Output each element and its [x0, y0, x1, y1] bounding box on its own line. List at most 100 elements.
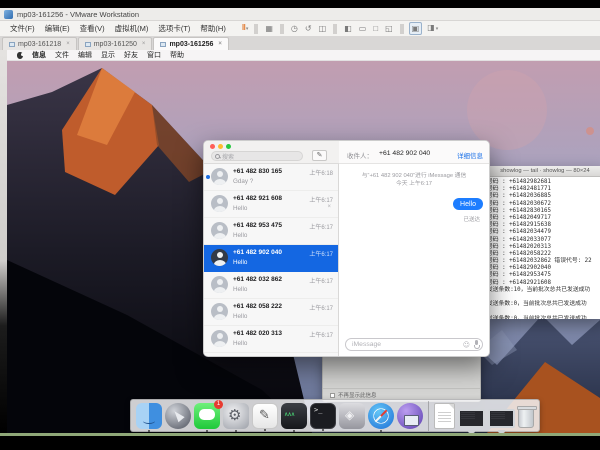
video-progress-bar[interactable]	[0, 433, 600, 436]
unity-icon[interactable]: ◱	[383, 23, 395, 34]
vm-tab[interactable]: mp03-161218 ×	[2, 37, 77, 50]
vmware-menu-item[interactable]: 查看(V)	[76, 22, 109, 35]
macos-menu-item[interactable]: 显示	[101, 50, 115, 60]
toolbar-separator[interactable]	[280, 24, 284, 34]
safari-icon[interactable]	[368, 403, 394, 429]
vmware-menu-item[interactable]: 编辑(E)	[41, 22, 74, 35]
dialog-checkbox[interactable]	[330, 393, 335, 398]
conversation-preview: Hello	[233, 340, 247, 347]
minimize-window-button[interactable]	[218, 144, 223, 149]
terminal-icon[interactable]	[310, 403, 336, 429]
dock-divider[interactable]	[428, 401, 429, 431]
pause-button-icon[interactable]: ‖▾	[240, 22, 250, 35]
ctrl-alt-del-icon[interactable]: ▦	[263, 23, 275, 34]
apple-menu-icon[interactable]	[17, 52, 23, 59]
conversation-number: +61 482 921 608	[233, 195, 282, 202]
compose-button[interactable]: ✎	[312, 150, 327, 161]
conversation-list-item[interactable]: +61 482 032 465 上午6:17	[204, 353, 338, 356]
trash-icon[interactable]	[518, 407, 534, 428]
terminal-line: 号码 : +61482030672	[487, 201, 600, 208]
close-icon[interactable]: ×	[327, 204, 331, 210]
terminal-line: 发送条数:0，当前批次总共已发送成功	[487, 316, 600, 319]
automator-icon[interactable]	[339, 403, 365, 429]
conversation-list-item[interactable]: +61 482 953 475 Hello 上午6:17	[204, 218, 338, 245]
message-bubble-sent: Hello	[453, 198, 483, 210]
vmware-logo-icon	[4, 10, 13, 19]
launchpad-icon[interactable]	[165, 403, 191, 429]
textedit-icon[interactable]	[252, 403, 278, 429]
conversation-time: 上午6:17	[309, 222, 333, 231]
microphone-icon[interactable]	[474, 340, 478, 349]
minimized-window-icon[interactable]	[488, 409, 515, 428]
vmware-tabbar: mp03-161218 × mp03-161250 × mp03-161256 …	[0, 36, 600, 50]
conversation-time: 上午6:17	[309, 195, 333, 204]
avatar	[211, 276, 228, 293]
dialog-checkbox-label: 不再显示此信息	[338, 391, 377, 399]
search-icon	[215, 154, 220, 159]
to-label: 收件人：	[347, 150, 373, 160]
take-snapshot-icon[interactable]: ◷	[289, 23, 300, 34]
activity-monitor-icon[interactable]	[281, 403, 307, 429]
terminal-line: 发送条数:10，当前批次总共已发送成功	[487, 287, 600, 294]
vmware-menu-item[interactable]: 帮助(H)	[196, 22, 229, 35]
conversation-number: +61 482 830 165	[233, 168, 282, 175]
toolbar-separator[interactable]	[333, 24, 337, 34]
vm-tab-icon	[160, 42, 166, 47]
macos-menu-item[interactable]: 窗口	[147, 50, 161, 60]
minimized-window-icon[interactable]	[458, 409, 485, 428]
conversation-list-item[interactable]: +61 482 830 165 Gday ? 上午6:18	[204, 164, 338, 191]
conversation-list-item[interactable]: +61 482 058 222 Hello 上午6:17	[204, 299, 338, 326]
zoom-window-button[interactable]	[226, 144, 231, 149]
terminal-line: 号码 : +61482953475	[487, 272, 600, 279]
background-dialog: 不再显示此信息	[322, 356, 481, 402]
avatar	[211, 249, 228, 266]
screen-sharing-icon[interactable]	[397, 403, 423, 429]
macos-menu-item[interactable]: 编辑	[78, 50, 92, 60]
search-input[interactable]: 搜索	[211, 151, 303, 161]
vm-tab[interactable]: mp03-161250 ×	[78, 37, 153, 50]
document-icon[interactable]	[434, 403, 455, 429]
terminal-window[interactable]: showlog — tail · showlog — 80×24 号码 : +6…	[484, 166, 600, 319]
macos-menu-item[interactable]: 信息	[32, 50, 46, 60]
system-preferences-icon[interactable]	[223, 403, 249, 429]
conversation-list-item[interactable]: +61 482 032 862 Hello 上午6:17	[204, 272, 338, 299]
display-settings-icon[interactable]: ◨▾	[425, 22, 440, 35]
thumbnail-bar-icon[interactable]: ▭	[357, 23, 369, 34]
vm-tab[interactable]: mp03-161256 ×	[153, 37, 229, 50]
conversation-header: 收件人： +61 482 902 040 详细信息	[339, 141, 489, 164]
console-view-icon[interactable]: ▣	[409, 22, 423, 35]
show-library-icon[interactable]: ◧	[342, 23, 354, 34]
fullscreen-icon[interactable]: □	[371, 23, 380, 34]
messages-titlebar[interactable]: 搜索 ✎	[204, 141, 339, 164]
emoji-picker-icon[interactable]: ☺	[463, 341, 470, 349]
toolbar-separator[interactable]	[400, 24, 404, 34]
conversation-list-item[interactable]: +61 482 921 608 Hello 上午6:17 ×	[204, 191, 338, 218]
tab-close-icon[interactable]: ×	[218, 41, 222, 47]
video-frame: mp03-161256 - VMware Workstation 文件(F)编辑…	[0, 0, 600, 450]
tab-close-icon[interactable]: ×	[66, 41, 70, 47]
vmware-menu-item[interactable]: 文件(F)	[6, 22, 39, 35]
toolbar-separator[interactable]	[254, 24, 258, 34]
vmware-menu-item[interactable]: 虚拟机(M)	[111, 22, 153, 35]
conversation-time: 上午6:17	[309, 303, 333, 312]
vmware-menu-item[interactable]: 选项卡(T)	[154, 22, 194, 35]
vm-tab-label: mp03-161256	[169, 41, 213, 48]
revert-snapshot-icon[interactable]: ↺	[303, 23, 314, 34]
vm-guest-screen: 信息文件编辑显示好友窗口帮助 不再显示此信息 showlog — tail · …	[7, 50, 600, 433]
details-link[interactable]: 详细信息	[457, 150, 483, 160]
message-input[interactable]: iMessage ☺	[345, 338, 483, 351]
messages-window: 搜索 ✎ 收件人： +61 482 902 040 详细信息 +61 482 8…	[203, 140, 490, 357]
tab-close-icon[interactable]: ×	[142, 41, 146, 47]
macos-menu-item[interactable]: 文件	[55, 50, 69, 60]
vm-tab-icon	[85, 42, 91, 47]
messages-icon[interactable]: 1	[194, 403, 220, 429]
conversation-number: +61 482 032 862	[233, 276, 282, 283]
finder-icon[interactable]	[136, 403, 162, 429]
terminal-titlebar[interactable]: showlog — tail · showlog — 80×24	[484, 166, 600, 177]
close-window-button[interactable]	[210, 144, 215, 149]
conversation-list-item[interactable]: +61 482 902 040 Hello 上午6:17	[204, 245, 338, 272]
macos-menu-item[interactable]: 好友	[124, 50, 138, 60]
conversation-list-item[interactable]: +61 482 020 313 Hello 上午6:17	[204, 326, 338, 353]
snapshot-manager-icon[interactable]: ◫	[317, 23, 329, 34]
macos-menu-item[interactable]: 帮助	[170, 50, 184, 60]
